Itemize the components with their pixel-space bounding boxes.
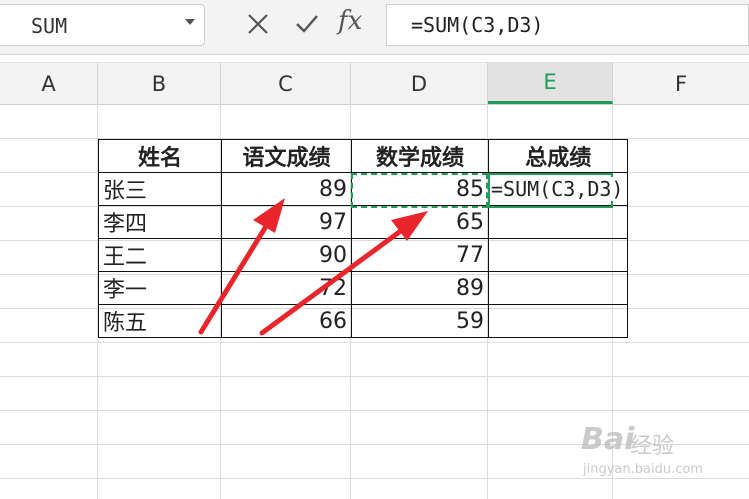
total-score-cell[interactable] <box>487 271 629 305</box>
name-box[interactable]: SUM <box>0 4 205 46</box>
column-header-e[interactable]: E <box>488 63 613 104</box>
grid-line <box>0 410 749 411</box>
name-cell[interactable]: 李一 <box>98 271 222 305</box>
total-score-cell[interactable]: =SUM(C3,D3) <box>487 172 629 206</box>
math-score-cell[interactable]: 59 <box>351 304 489 338</box>
table-row: 陈五 66 59 <box>98 304 629 338</box>
baidu-jingyan-watermark: Bai 经验 jingyan.baidu.com <box>575 418 745 488</box>
formula-bar: SUM fx =SUM(C3,D3) <box>0 0 749 55</box>
total-score-cell[interactable] <box>487 205 629 239</box>
table-row: 王二 90 77 <box>98 238 629 272</box>
name-cell[interactable]: 张三 <box>98 172 222 206</box>
confirm-check-icon[interactable] <box>294 11 320 37</box>
insert-function-icon[interactable]: fx <box>338 6 362 36</box>
grid-line <box>0 376 749 377</box>
name-box-value: SUM <box>31 14 68 38</box>
header-cell[interactable]: 姓名 <box>98 139 222 173</box>
cell-formula-text: =SUM(C3,D3) <box>491 176 624 201</box>
chinese-score-cell[interactable]: 89 <box>221 172 352 206</box>
header-cell[interactable]: 总成绩 <box>487 139 629 173</box>
table-row: 张三 89 85 =SUM(C3,D3) <box>98 172 629 206</box>
column-header-c[interactable]: C <box>221 63 351 104</box>
header-cell[interactable]: 语文成绩 <box>221 139 352 173</box>
column-header-f[interactable]: F <box>613 63 749 104</box>
chinese-score-cell[interactable]: 72 <box>221 271 352 305</box>
formula-input[interactable]: =SUM(C3,D3) <box>386 4 749 46</box>
table-row: 李四 97 65 <box>98 205 629 239</box>
chinese-score-cell[interactable]: 97 <box>221 205 352 239</box>
chinese-score-cell[interactable]: 90 <box>221 238 352 272</box>
watermark-name: Bai <box>581 422 635 457</box>
watermark-url: jingyan.baidu.com <box>583 462 703 477</box>
math-score-cell[interactable]: 89 <box>351 271 489 305</box>
name-cell[interactable]: 陈五 <box>98 304 222 338</box>
name-cell[interactable]: 王二 <box>98 238 222 272</box>
chinese-score-cell[interactable]: 66 <box>221 304 352 338</box>
column-header-row: A B C D E F <box>0 62 749 105</box>
total-score-cell[interactable] <box>487 304 629 338</box>
math-score-cell[interactable]: 85 <box>351 172 489 206</box>
total-score-cell[interactable] <box>487 238 629 272</box>
formula-text: =SUM(C3,D3) <box>411 13 544 37</box>
cancel-icon[interactable] <box>245 11 271 37</box>
math-score-cell[interactable]: 65 <box>351 205 489 239</box>
chevron-down-icon[interactable] <box>185 19 195 25</box>
grid-line <box>0 342 749 343</box>
column-header-b[interactable]: B <box>98 63 221 104</box>
column-header-d[interactable]: D <box>351 63 488 104</box>
header-cell[interactable]: 数学成绩 <box>351 139 489 173</box>
table-row: 李一 72 89 <box>98 271 629 305</box>
watermark-sub: 经验 <box>630 434 675 459</box>
math-score-cell[interactable]: 77 <box>351 238 489 272</box>
column-header-a[interactable]: A <box>0 63 98 104</box>
name-cell[interactable]: 李四 <box>98 205 222 239</box>
score-table: 姓名 语文成绩 数学成绩 总成绩 张三 89 85 =SUM(C3,D3) 李四… <box>98 139 629 338</box>
table-header-row: 姓名 语文成绩 数学成绩 总成绩 <box>98 139 629 173</box>
